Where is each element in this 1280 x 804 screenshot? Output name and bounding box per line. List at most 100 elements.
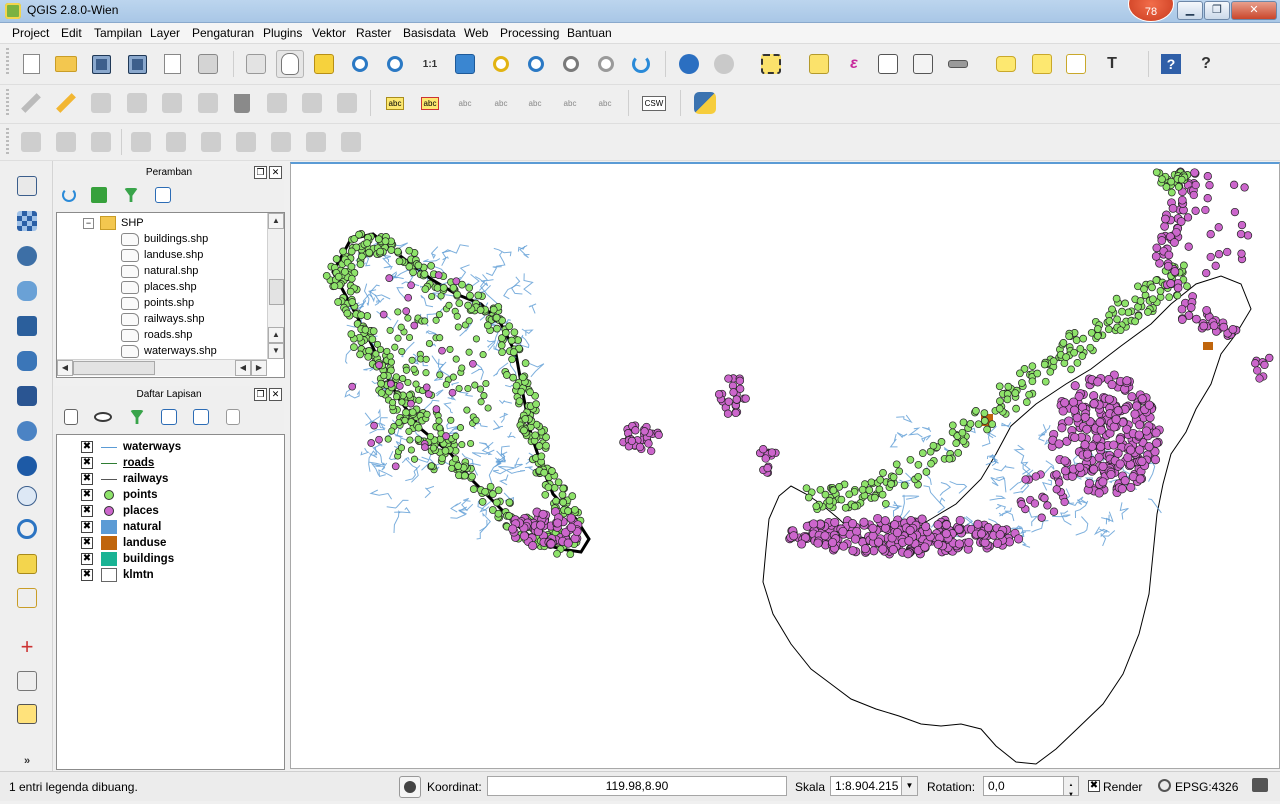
- zoom-native-button[interactable]: 1:1: [417, 51, 443, 77]
- zoom-out-button[interactable]: [382, 51, 408, 77]
- add-point-button[interactable]: +: [14, 634, 40, 660]
- merge-features-button[interactable]: [338, 129, 364, 155]
- tree-file-item[interactable]: natural.shp: [121, 263, 198, 279]
- toggle-editing-button[interactable]: [53, 90, 79, 116]
- run-feature-action-button[interactable]: [711, 51, 737, 77]
- refresh-browser-button[interactable]: [56, 182, 82, 208]
- crs-globe-icon[interactable]: [1158, 779, 1171, 792]
- menu-web[interactable]: Web: [464, 26, 488, 40]
- layer-visibility-checkbox[interactable]: ✖: [81, 473, 93, 485]
- csw-button[interactable]: CSW: [641, 90, 667, 116]
- new-shapefile-button[interactable]: [14, 551, 40, 577]
- scroll-right-button[interactable]: ▶: [251, 360, 267, 376]
- tree-file-item[interactable]: railways.shp: [121, 311, 205, 327]
- attribute-table-button[interactable]: [875, 51, 901, 77]
- measure-line-button[interactable]: [945, 51, 971, 77]
- map-render[interactable]: [291, 164, 1279, 769]
- add-mssql-layer-button[interactable]: [14, 313, 40, 339]
- georeferencer-button[interactable]: [14, 668, 40, 694]
- add-delimited-text-button[interactable]: [14, 516, 40, 542]
- scroll-left-button[interactable]: ◀: [235, 360, 251, 376]
- layer-visibility-checkbox[interactable]: ✖: [81, 457, 93, 469]
- add-oracle-layer-button[interactable]: [14, 348, 40, 374]
- zoom-to-layer-button[interactable]: [523, 51, 549, 77]
- menu-raster[interactable]: Raster: [356, 26, 391, 40]
- fill-ring-button[interactable]: [198, 129, 224, 155]
- composer-manager-button[interactable]: [195, 51, 221, 77]
- mouse-coordinate-toggle-button[interactable]: [399, 776, 421, 798]
- menu-plugins[interactable]: Plugins: [263, 26, 302, 40]
- minimize-button[interactable]: ▁: [1177, 1, 1203, 20]
- cut-features-button[interactable]: [264, 90, 290, 116]
- deselect-all-button[interactable]: [806, 51, 832, 77]
- layer-visibility-checkbox[interactable]: ✖: [81, 441, 93, 453]
- layer-row-klmtn[interactable]: ✖ klmtn: [81, 567, 154, 583]
- render-checkbox[interactable]: ✖: [1088, 780, 1100, 792]
- tree-folder-shp[interactable]: − SHP: [83, 215, 144, 231]
- close-panel-button[interactable]: ✕: [269, 388, 282, 401]
- menu-layer[interactable]: Layer: [150, 26, 180, 40]
- chevron-down-icon[interactable]: ▼: [901, 777, 917, 795]
- manage-visibility-button[interactable]: [90, 404, 116, 430]
- wcs-layer-button[interactable]: [53, 129, 79, 155]
- collapse-all-button[interactable]: [150, 182, 176, 208]
- edit-label-button[interactable]: abc: [592, 90, 618, 116]
- notification-badge[interactable]: 78: [1128, 0, 1174, 22]
- scroll-up-button[interactable]: ▲: [268, 213, 284, 229]
- close-panel-button[interactable]: ✕: [269, 166, 282, 179]
- layer-visibility-checkbox[interactable]: ✖: [81, 521, 93, 533]
- scroll-thumb[interactable]: [269, 279, 284, 305]
- move-feature-button[interactable]: [159, 90, 185, 116]
- copy-features-button[interactable]: [299, 90, 325, 116]
- layer-row-buildings[interactable]: ✖ buildings: [81, 551, 174, 567]
- scroll-thumb[interactable]: [73, 361, 155, 375]
- show-bookmarks-button[interactable]: [1063, 51, 1089, 77]
- layer-row-landuse[interactable]: ✖ landuse: [81, 535, 166, 551]
- coordinate-field[interactable]: 119.98,8.90: [487, 776, 787, 796]
- collapse-all-button[interactable]: [188, 404, 214, 430]
- remove-layer-button[interactable]: [220, 404, 246, 430]
- help-contents-button[interactable]: ?: [1158, 51, 1184, 77]
- close-button[interactable]: ✕: [1231, 1, 1277, 20]
- add-wms-layer-button[interactable]: [14, 418, 40, 444]
- layer-visibility-checkbox[interactable]: ✖: [81, 505, 93, 517]
- tree-file-item[interactable]: points.shp: [121, 295, 194, 311]
- new-spatialite-button[interactable]: [14, 585, 40, 611]
- messages-icon[interactable]: [1252, 778, 1268, 792]
- open-layer-styling-button[interactable]: [58, 404, 84, 430]
- layer-visibility-checkbox[interactable]: ✖: [81, 537, 93, 549]
- change-label-button[interactable]: abc: [557, 90, 583, 116]
- current-edits-button[interactable]: [18, 90, 44, 116]
- add-postgis-layer-button[interactable]: [14, 243, 40, 269]
- menu-edit[interactable]: Edit: [61, 26, 82, 40]
- rotate-label-button[interactable]: abc: [522, 90, 548, 116]
- add-wcs-layer-button[interactable]: [14, 453, 40, 479]
- menu-processing[interactable]: Processing: [500, 26, 559, 40]
- toolbar-grip[interactable]: [6, 48, 9, 76]
- vertical-scrollbar[interactable]: ▲ ▲ ▼: [267, 213, 284, 359]
- crs-status[interactable]: EPSG:4326: [1175, 780, 1238, 794]
- add-feature-button[interactable]: [124, 90, 150, 116]
- wms-layer-button[interactable]: [18, 129, 44, 155]
- pan-map-button[interactable]: [276, 50, 304, 78]
- zoom-full-button[interactable]: [452, 51, 478, 77]
- label-pin-button[interactable]: abc: [417, 90, 443, 116]
- delete-ring-button[interactable]: [233, 129, 259, 155]
- paste-features-button[interactable]: [334, 90, 360, 116]
- menu-tampilan[interactable]: Tampilan: [94, 26, 142, 40]
- menu-basisdata[interactable]: Basisdata: [403, 26, 456, 40]
- add-vector-layer-button[interactable]: [14, 173, 40, 199]
- menu-project[interactable]: Project: [12, 26, 49, 40]
- save-as-button[interactable]: [124, 51, 150, 77]
- zoom-to-selection-button[interactable]: [488, 51, 514, 77]
- horizontal-scrollbar[interactable]: ◀ ◀ ▶: [57, 359, 267, 376]
- zoom-in-button[interactable]: [347, 51, 373, 77]
- map-tips-button[interactable]: [993, 51, 1019, 77]
- identify-button[interactable]: [676, 51, 702, 77]
- wfs-layer-button[interactable]: [88, 129, 114, 155]
- add-spatialite-layer-button[interactable]: [14, 278, 40, 304]
- expand-all-button[interactable]: [156, 404, 182, 430]
- save-layer-edits-button[interactable]: [88, 90, 114, 116]
- zoom-next-button[interactable]: [593, 51, 619, 77]
- new-bookmark-button[interactable]: [1029, 51, 1055, 77]
